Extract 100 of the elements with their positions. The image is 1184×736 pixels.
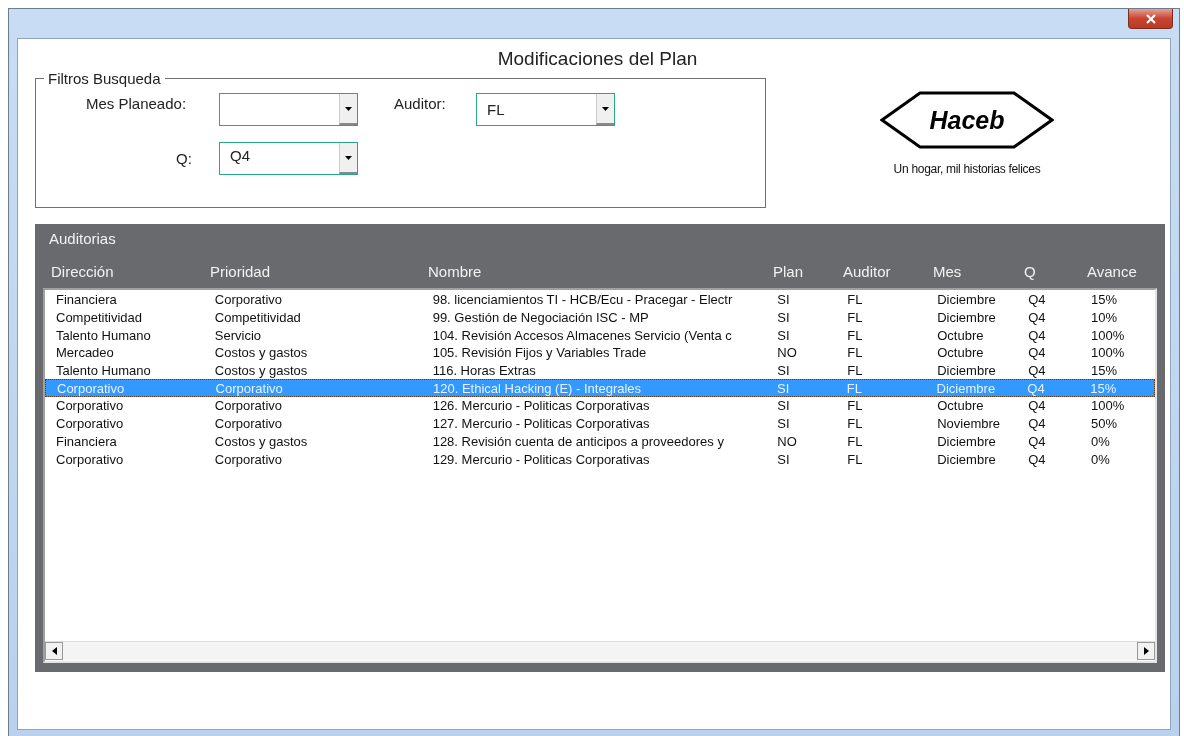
table-cell-text: SI	[777, 363, 791, 379]
table-cell-text: 104. Revisión Accesos Almacenes Servicio (Venta c	[432, 327, 733, 343]
table-cell-text: Costos y gastos	[214, 345, 309, 361]
list-row[interactable]: Competitividad Competitividad 99. Gestión de Negociación ISC - MP SI FL Diciembre Q4 10%	[45, 308, 1155, 327]
column-header: Avance	[1087, 262, 1138, 280]
table-cell-text: Q4	[1028, 327, 1047, 343]
list-row[interactable]: Talento Humano Costos y gastos 116. Horas Extras SI FL Diciembre Q4 15%	[45, 361, 1155, 380]
list-row[interactable]: Corporativo Corporativo 126. Mercurio - Politicas Corporativas SI FL Octubre Q4 100%	[45, 397, 1155, 415]
list-row[interactable]: Corporativo Corporativo 127. Mercurio - Politicas Corporativas SI FL Noviembre Q4 50%	[45, 414, 1155, 433]
table-cell-text: Diciembre	[937, 433, 997, 449]
table-cell-text: 116. Horas Extras	[432, 363, 537, 379]
table-cell-text: SI	[777, 451, 791, 467]
table-cell-text: SI	[777, 416, 791, 432]
table-cell-text: Q4	[1028, 416, 1047, 432]
table-cell-text: FL	[847, 327, 864, 343]
table-cell-text: NO	[777, 433, 798, 449]
table-cell-text: Diciembre	[937, 363, 997, 379]
table-cell-text: 129. Mercurio - Politicas Corporativas	[432, 451, 651, 467]
table-cell-text: Diciembre	[937, 451, 997, 467]
table-cell-text: FL	[847, 398, 864, 414]
dropdown-field[interactable]: Q4	[219, 142, 358, 175]
table-cell-text: Octubre	[937, 327, 985, 343]
close-button[interactable]	[1128, 9, 1173, 29]
table-cell-text: Costos y gastos	[214, 363, 309, 379]
table-cell-text: 105. Revisión Fijos y Variables Trade	[432, 345, 648, 361]
table-cell-text: Corporativo	[56, 416, 125, 432]
table-cell-text: 0%	[1091, 433, 1111, 449]
table-cell-text: SI	[777, 292, 791, 308]
table-cell-text: Financiera	[56, 433, 118, 449]
window-title: Modificaciones del Plan	[496, 47, 699, 71]
table-cell-text: Corporativo	[214, 398, 284, 414]
table-cell-text: Q4	[1028, 398, 1047, 414]
table-cell-text: SI	[777, 310, 791, 326]
table-cell-text: Competitividad	[214, 310, 302, 326]
table-cell-text: Corporativo	[56, 398, 125, 414]
table-cell-text: FL	[847, 451, 864, 467]
table-cell-text: 98. licenciamientos TI - HCB/Ecu - Pracegar - Electr	[432, 292, 734, 308]
table-cell-text: FL	[847, 292, 864, 308]
dropdown-field[interactable]	[219, 93, 358, 126]
column-header: Dirección	[51, 262, 115, 280]
table-cell-text: Competitividad	[56, 310, 143, 326]
field-label: Q:	[176, 150, 192, 167]
table-cell-text: Octubre	[937, 398, 985, 414]
table-cell-text: Q4	[1028, 345, 1047, 361]
table-cell-text: Q4	[1028, 310, 1047, 326]
table-cell-text: Diciembre	[937, 292, 997, 308]
dropdown-arrow-icon	[345, 106, 352, 111]
filter-legend: Filtros Busqueda	[44, 70, 165, 87]
table-cell-text: NO	[777, 345, 798, 361]
table-cell-text: 15%	[1090, 380, 1118, 396]
list-row[interactable]: Talento Humano Servicio 104. Revisión Accesos Almacenes Servicio (Venta c SI FL Octubre Q4 100%	[45, 326, 1155, 345]
table-cell-text: Noviembre	[937, 416, 1002, 432]
field-label: Auditor:	[394, 95, 446, 112]
scroll-right-icon	[1143, 647, 1149, 655]
table-cell-text: 99. Gestión de Negociación ISC - MP	[432, 310, 650, 326]
list-row[interactable]: Corporativo Corporativo 129. Mercurio - Politicas Corporativas SI FL Diciembre Q4 0%	[45, 450, 1155, 468]
table-cell-text: 0%	[1091, 451, 1111, 467]
table-cell-text: Corporativo	[57, 380, 126, 396]
list-row[interactable]: Mercadeo Costos y gastos 105. Revisión Fijos y Variables Trade NO FL Octubre Q4 100%	[45, 344, 1155, 362]
table-cell-text: 50%	[1091, 416, 1119, 432]
table-cell-text: SI	[777, 398, 791, 414]
logo-tagline: Un hogar, mil historias felices	[893, 162, 1041, 176]
dropdown-field[interactable]: FL	[476, 93, 615, 126]
field-label: Mes Planeado:	[86, 95, 187, 112]
horizontal-scrollbar[interactable]	[45, 641, 1155, 660]
table-cell-text: 15%	[1091, 363, 1119, 379]
table-cell-text: 10%	[1091, 310, 1119, 326]
table-cell-text: Mercadeo	[56, 345, 115, 361]
table-cell-text: Diciembre	[936, 380, 997, 396]
scroll-left-icon	[51, 647, 57, 655]
table-cell-text: Corporativo	[214, 292, 284, 308]
column-header: Auditor	[843, 262, 892, 280]
close-icon	[1144, 13, 1157, 24]
table-cell-text: 100%	[1091, 345, 1126, 361]
table-cell-text: 127. Mercurio - Politicas Corporativas	[432, 416, 651, 432]
column-header: Mes	[933, 262, 963, 280]
table-cell-text: SI	[777, 327, 791, 343]
table-cell-text: FL	[847, 363, 864, 379]
table-cell-text: Talento Humano	[56, 327, 152, 343]
table-cell-text: FL	[847, 345, 864, 361]
table-cell-text: Q4	[1028, 433, 1047, 449]
table-cell-text: Q4	[1027, 380, 1046, 396]
list-row[interactable]: Financiera Costos y gastos 128. Revisión cuenta de anticipos a proveedores y NO FL Diciembre Q4 0%	[45, 432, 1155, 451]
column-header: Plan	[773, 262, 805, 280]
table-cell-text: Talento Humano	[56, 363, 152, 379]
table-cell-text: 120. Ethical Hacking (E) - Integrales	[432, 380, 643, 396]
table-cell-text: FL	[847, 433, 864, 449]
table-cell-text: Corporativo	[56, 451, 125, 467]
table-cell-text: Octubre	[937, 345, 985, 361]
table-cell-text: FL	[847, 416, 864, 432]
table-cell-text: Q4	[1028, 292, 1047, 308]
table-cell-text: Q4	[1028, 451, 1047, 467]
table-cell-text: Diciembre	[937, 310, 997, 326]
table-cell-text: SI	[777, 380, 791, 396]
logo-badge: Haceb	[880, 90, 1054, 150]
table-cell-text: Q4	[1028, 363, 1047, 379]
table-cell-text: Costos y gastos	[214, 433, 309, 449]
column-header: Prioridad	[210, 262, 272, 280]
list-row[interactable]: Financiera Corporativo 98. licenciamientos TI - HCB/Ecu - Pracegar - Electr SI FL Diciembre Q4 15%	[45, 291, 1155, 309]
column-header: Q	[1024, 262, 1037, 280]
